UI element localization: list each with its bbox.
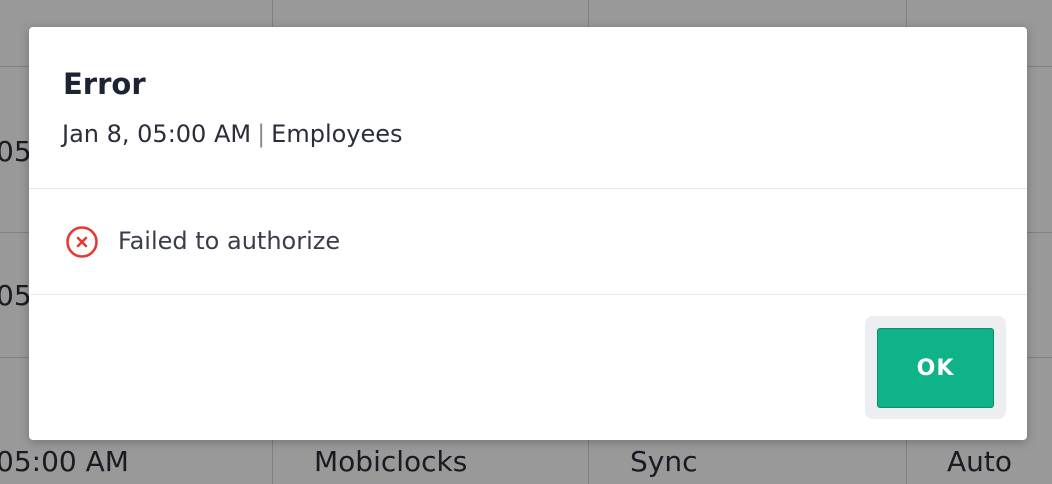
error-dialog: Error Jan 8, 05:00 AM | Employees Failed t… — [29, 27, 1027, 440]
error-circle-x-icon — [65, 225, 99, 259]
ok-button-focus-ring: OK — [865, 316, 1006, 419]
dialog-header: Error Jan 8, 05:00 AM | Employees — [29, 27, 1027, 189]
dialog-category: Employees — [271, 120, 403, 148]
dialog-title: Error — [63, 67, 146, 101]
subtitle-separator: | — [257, 120, 266, 148]
dialog-subtitle: Jan 8, 05:00 AM | Employees — [62, 120, 403, 149]
dialog-date: Jan 8, 05:00 AM — [62, 120, 252, 148]
dialog-body: Failed to authorize — [29, 189, 1027, 295]
error-message: Failed to authorize — [118, 227, 341, 255]
ok-button[interactable]: OK — [877, 328, 994, 408]
